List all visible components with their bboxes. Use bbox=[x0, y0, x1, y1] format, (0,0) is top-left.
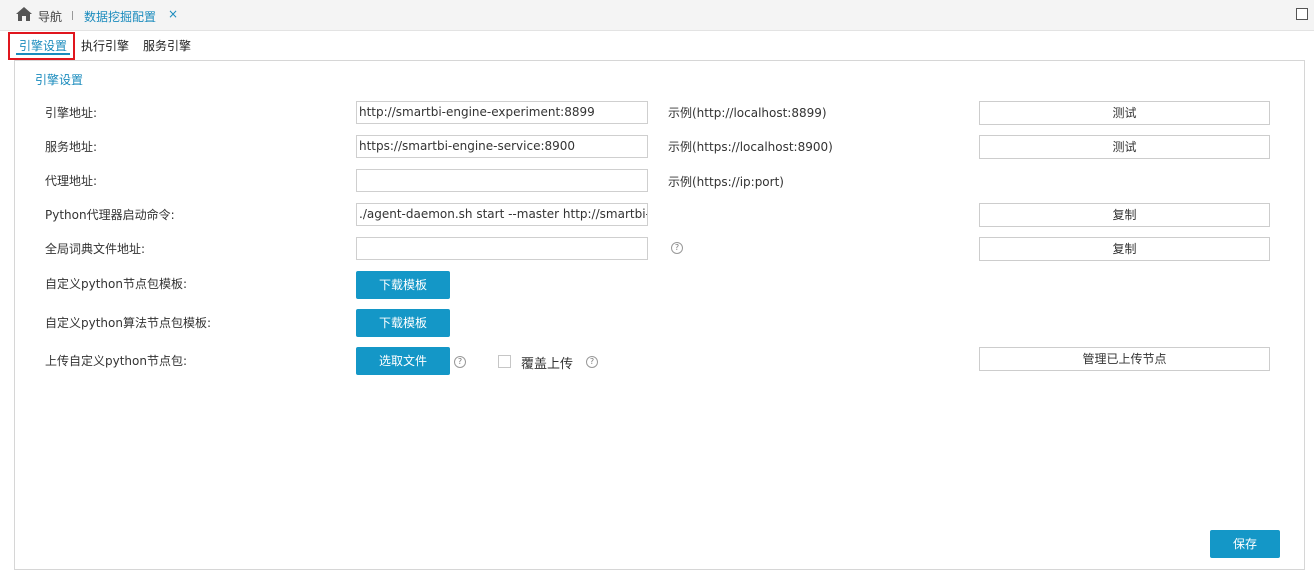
service-address-label: 服务地址: bbox=[45, 140, 98, 154]
python-agent-cmd-input[interactable]: ./agent-daemon.sh start --master http://… bbox=[356, 203, 648, 226]
download-algo-template-button[interactable]: 下载模板 bbox=[356, 309, 450, 337]
upload-node-label: 上传自定义python节点包: bbox=[45, 354, 188, 368]
overwrite-label: 覆盖上传 bbox=[521, 357, 574, 372]
engine-address-label: 引擎地址: bbox=[45, 106, 98, 120]
service-address-example: 示例(https://localhost:8900) bbox=[668, 140, 833, 154]
engine-address-example: 示例(http://localhost:8899) bbox=[668, 106, 827, 120]
overwrite-checkbox[interactable] bbox=[498, 355, 511, 368]
active-tab-highlight bbox=[8, 32, 75, 60]
choose-file-button[interactable]: 选取文件 bbox=[356, 347, 450, 375]
maximize-icon[interactable] bbox=[1296, 8, 1308, 20]
help-icon[interactable]: ? bbox=[454, 356, 466, 368]
copy-dict-button[interactable]: 复制 bbox=[979, 237, 1270, 261]
active-tab-underline bbox=[16, 53, 70, 55]
tab-service-engine[interactable]: 服务引擎 bbox=[143, 37, 191, 54]
copy-agent-cmd-button[interactable]: 复制 bbox=[979, 203, 1270, 227]
global-dict-input[interactable] bbox=[356, 237, 648, 260]
engine-address-input[interactable]: http://smartbi-engine-experiment:8899 bbox=[356, 101, 648, 124]
proxy-address-label: 代理地址: bbox=[45, 174, 98, 188]
help-icon[interactable]: ? bbox=[671, 242, 683, 254]
test-service-button[interactable]: 测试 bbox=[979, 135, 1270, 159]
test-engine-button[interactable]: 测试 bbox=[979, 101, 1270, 125]
nav-label[interactable]: 导航 bbox=[38, 8, 62, 25]
manage-uploaded-nodes-button[interactable]: 管理已上传节点 bbox=[979, 347, 1270, 371]
tab-separator bbox=[72, 11, 73, 20]
proxy-address-example: 示例(https://ip:port) bbox=[668, 175, 784, 189]
panel-title: 引擎设置 bbox=[35, 73, 84, 87]
save-button[interactable]: 保存 bbox=[1210, 530, 1280, 558]
python-agent-cmd-label: Python代理器启动命令: bbox=[45, 208, 175, 222]
proxy-address-input[interactable] bbox=[356, 169, 648, 192]
help-icon[interactable]: ? bbox=[586, 356, 598, 368]
tab-data-mining-config[interactable]: 数据挖掘配置 bbox=[84, 8, 156, 25]
service-address-input[interactable]: https://smartbi-engine-service:8900 bbox=[356, 135, 648, 158]
global-dict-label: 全局词典文件地址: bbox=[45, 242, 146, 256]
top-tab-bar: 导航 数据挖掘配置 × bbox=[0, 0, 1314, 31]
custom-algo-template-label: 自定义python算法节点包模板: bbox=[45, 316, 212, 330]
close-tab-icon[interactable]: × bbox=[168, 7, 178, 21]
home-icon[interactable] bbox=[16, 7, 32, 21]
tab-execution-engine[interactable]: 执行引擎 bbox=[81, 37, 129, 54]
download-node-template-button[interactable]: 下载模板 bbox=[356, 271, 450, 299]
custom-node-template-label: 自定义python节点包模板: bbox=[45, 277, 188, 291]
